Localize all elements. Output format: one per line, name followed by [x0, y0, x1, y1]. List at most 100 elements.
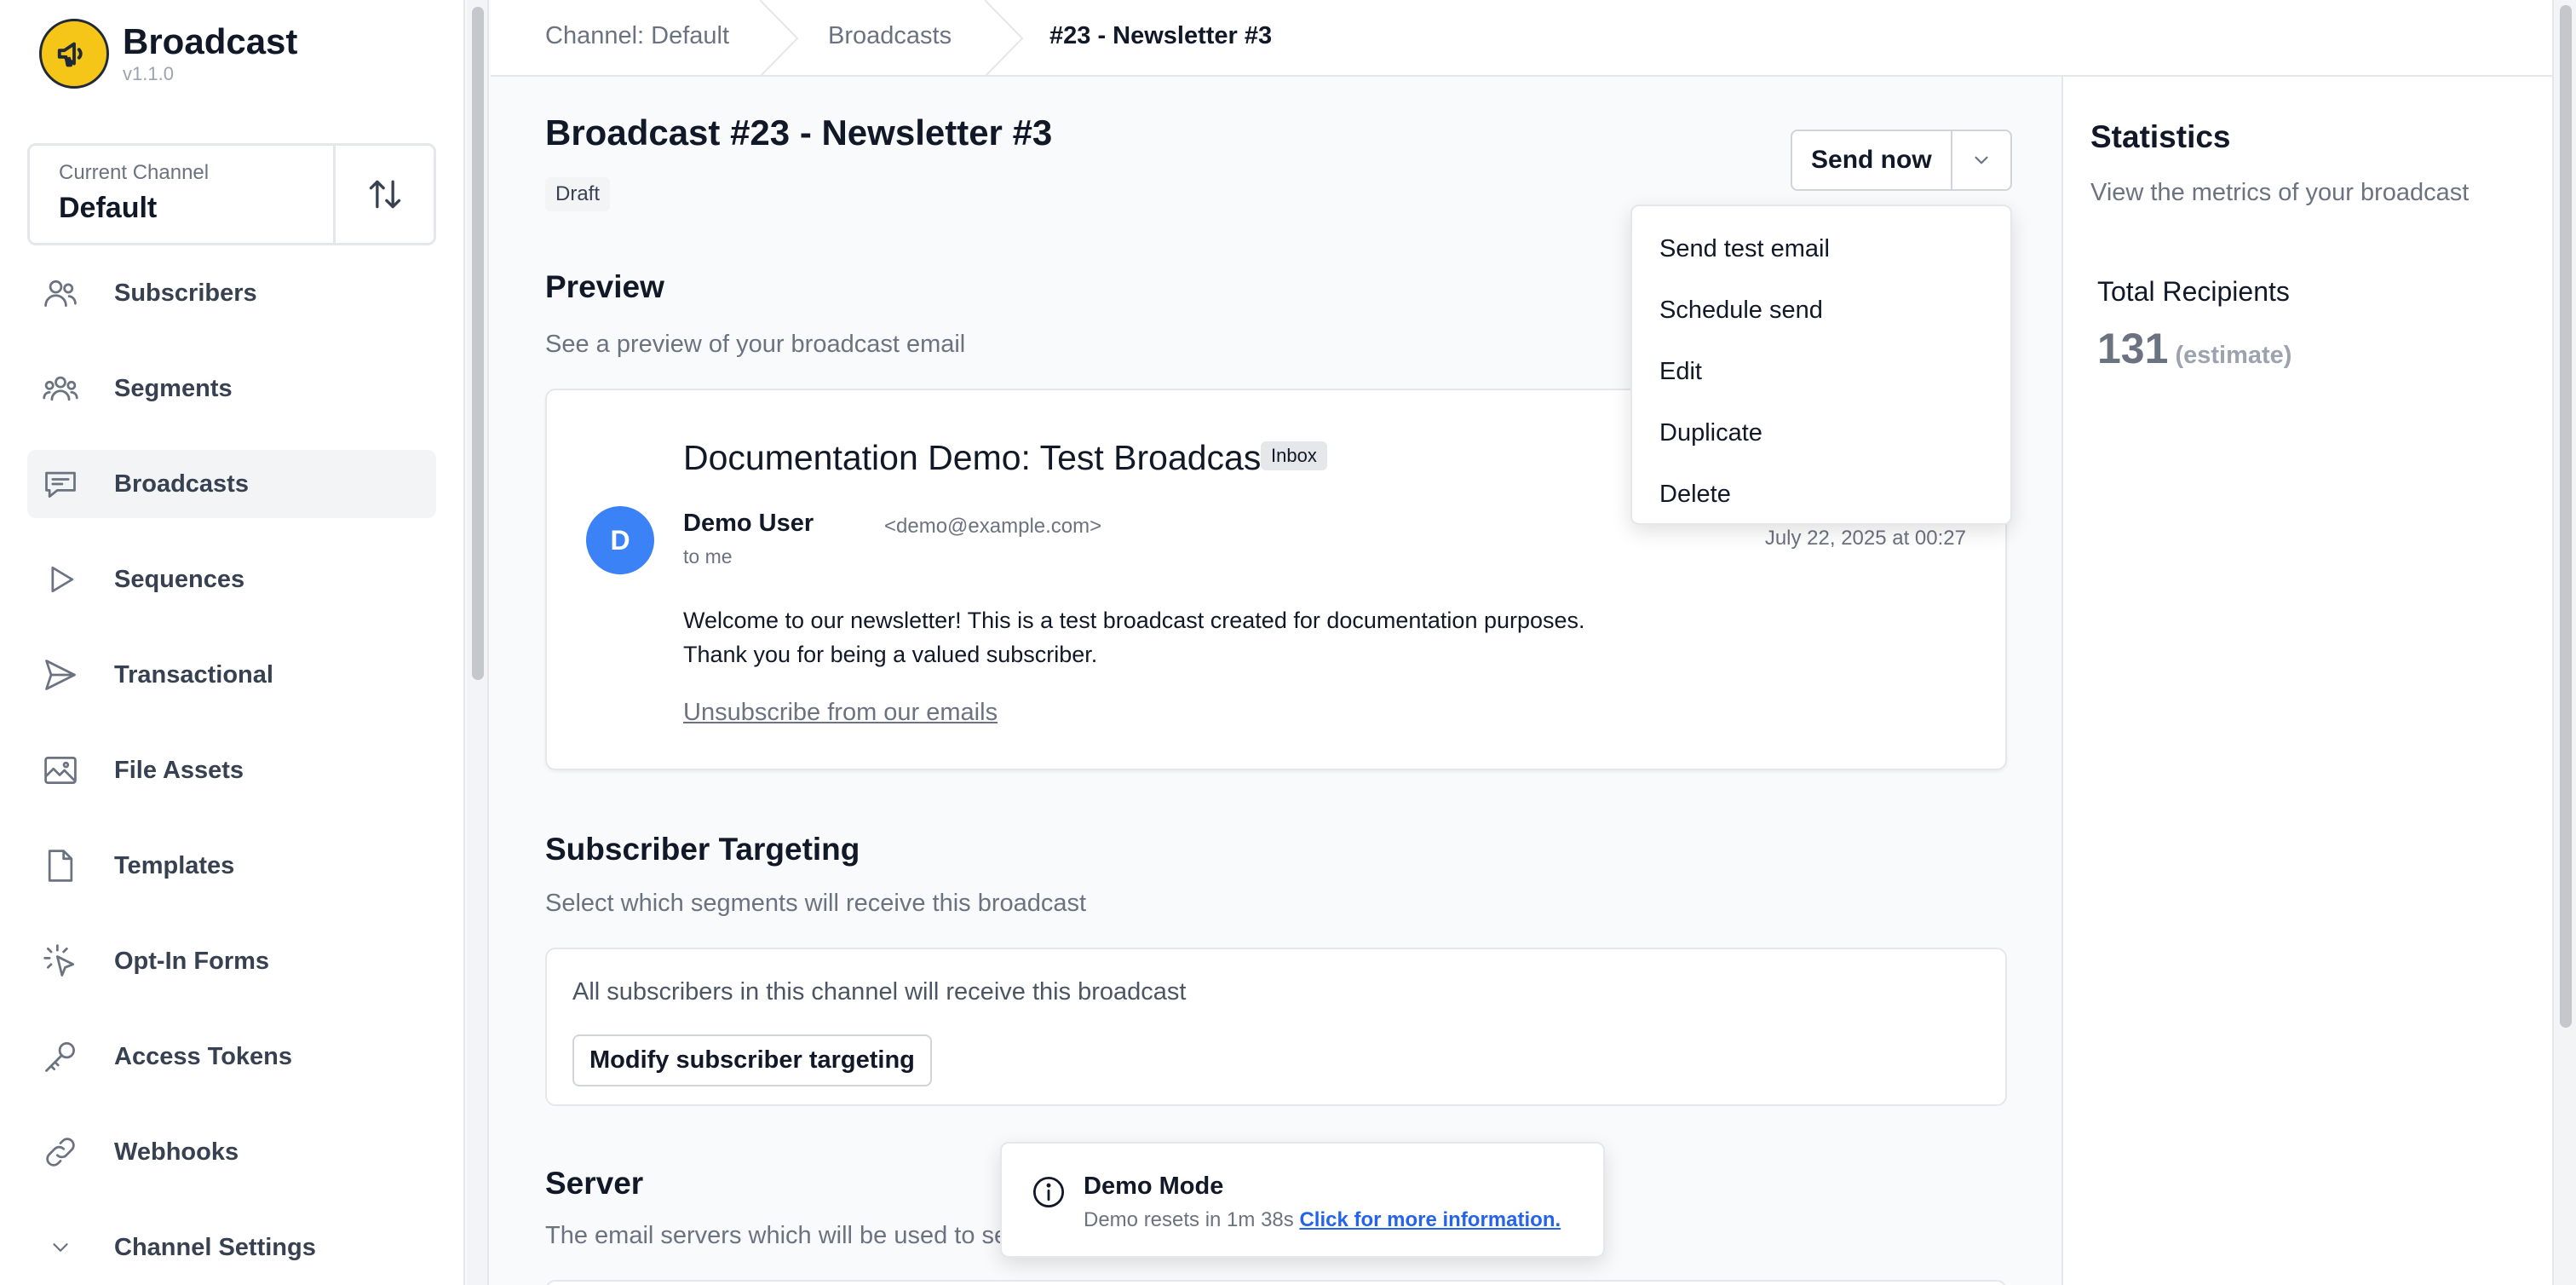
modify-targeting-button[interactable]: Modify subscriber targeting — [572, 1034, 932, 1086]
recipient-label: to me — [683, 545, 733, 568]
user-group-icon — [41, 369, 80, 408]
sender-email: <demo@example.com> — [884, 515, 1102, 538]
app-name: Broadcast — [123, 20, 298, 61]
sidebar-item-templates[interactable]: Templates — [27, 832, 436, 900]
arrows-up-down-icon — [369, 180, 400, 209]
sidebar-item-channel-settings[interactable]: Channel Settings — [27, 1213, 436, 1282]
estimate-note: (estimate) — [2175, 342, 2292, 369]
server-subtitle: The email servers which will be used to … — [545, 1222, 1009, 1249]
sidebar-item-transactional[interactable]: Transactional — [27, 641, 436, 709]
sender-name: Demo User — [683, 510, 814, 537]
menu-item-schedule-send[interactable]: Schedule send — [1632, 279, 2010, 341]
sidebar-item-label: File Assets — [114, 756, 244, 784]
sidebar: Broadcast v1.1.0 Current Channel Default… — [0, 0, 465, 1285]
server-title: Server — [545, 1166, 644, 1201]
link-icon — [41, 1132, 80, 1172]
more-info-link[interactable]: Click for more information. — [1299, 1208, 1561, 1231]
document-icon — [41, 846, 80, 885]
sidebar-nav: Subscribers Segments Broadcasts Sequence… — [27, 259, 436, 1285]
switch-channel-button[interactable] — [333, 146, 434, 243]
targeting-description: All subscribers in this channel will rec… — [572, 978, 1187, 1006]
sidebar-item-segments[interactable]: Segments — [27, 354, 436, 423]
inbox-badge: Inbox — [1261, 441, 1327, 470]
sidebar-item-opt-in-forms[interactable]: Opt-In Forms — [27, 927, 436, 995]
sidebar-item-label: Sequences — [114, 565, 245, 593]
users-icon — [41, 274, 80, 313]
paper-plane-icon — [41, 655, 80, 694]
sidebar-item-label: Templates — [114, 851, 235, 879]
sidebar-item-subscribers[interactable]: Subscribers — [27, 259, 436, 327]
menu-item-delete[interactable]: Delete — [1632, 464, 2010, 525]
channel-name: Default — [59, 192, 158, 224]
sidebar-item-label: Channel Settings — [114, 1233, 316, 1261]
preview-title: Preview — [545, 269, 664, 304]
statistics-panel: Statistics View the metrics of your broa… — [2061, 77, 2552, 1285]
info-icon — [1031, 1174, 1067, 1214]
preview-subtitle: See a preview of your broadcast email — [545, 331, 966, 358]
chevron-down-icon — [41, 1228, 80, 1267]
breadcrumb-separator-icon — [759, 0, 799, 77]
page-scrollbar[interactable] — [2552, 0, 2576, 1285]
page-title: Broadcast #23 - Newsletter #3 — [545, 112, 1053, 153]
breadcrumb: Channel: Default Broadcasts #23 - Newsle… — [491, 0, 2552, 77]
sidebar-item-label: Segments — [114, 374, 233, 402]
unsubscribe-link[interactable]: Unsubscribe from our emails — [683, 699, 998, 727]
send-now-button[interactable]: Send now — [1792, 131, 1951, 189]
sidebar-item-sequences[interactable]: Sequences — [27, 545, 436, 614]
demo-mode-toast: Demo Mode Demo resets in 1m 38s Click fo… — [1000, 1142, 1605, 1258]
chat-bubble-icon — [41, 464, 80, 504]
email-subject: Documentation Demo: Test Broadcast — [683, 438, 1271, 477]
sidebar-scrollbar[interactable] — [467, 0, 489, 1285]
chevron-down-icon — [1975, 156, 1988, 164]
sidebar-scrollbar-thumb[interactable] — [472, 7, 484, 680]
menu-item-send-test-email[interactable]: Send test email — [1632, 218, 2010, 279]
status-badge: Draft — [545, 177, 611, 211]
sidebar-item-label: Access Tokens — [114, 1042, 293, 1070]
sidebar-item-access-tokens[interactable]: Access Tokens — [27, 1023, 436, 1091]
toast-message: Demo resets in 1m 38s — [1084, 1208, 1294, 1231]
sidebar-item-label: Broadcasts — [114, 470, 249, 498]
channel-selector[interactable]: Current Channel Default — [27, 143, 436, 245]
email-body-line: Welcome to our newsletter! This is a tes… — [683, 608, 1585, 633]
targeting-subtitle: Select which segments will receive this … — [545, 890, 1087, 917]
breadcrumb-current: #23 - Newsletter #3 — [1049, 22, 1273, 49]
image-icon — [41, 751, 80, 790]
server-card — [545, 1280, 2007, 1285]
app-version: v1.1.0 — [123, 63, 174, 85]
statistics-subtitle: View the metrics of your broadcast — [2090, 179, 2470, 206]
brand[interactable]: Broadcast v1.1.0 — [39, 19, 297, 89]
breadcrumb-broadcasts[interactable]: Broadcasts — [828, 22, 952, 50]
sidebar-item-label: Subscribers — [114, 279, 257, 307]
send-options-menu: Send test email Schedule send Edit Dupli… — [1630, 205, 2012, 525]
total-recipients-value: 131 (estimate) — [2097, 324, 2291, 373]
sidebar-item-webhooks[interactable]: Webhooks — [27, 1118, 436, 1186]
menu-item-duplicate[interactable]: Duplicate — [1632, 402, 2010, 464]
send-button-group: Send now — [1791, 130, 2012, 191]
page-scrollbar-thumb[interactable] — [2560, 5, 2572, 1028]
channel-label: Current Channel — [59, 161, 210, 184]
cursor-click-icon — [41, 942, 80, 981]
email-date: July 22, 2025 at 00:27 — [1764, 527, 1966, 550]
sidebar-item-label: Webhooks — [114, 1138, 239, 1166]
megaphone-logo-icon — [39, 19, 109, 89]
sidebar-item-broadcasts[interactable]: Broadcasts — [27, 450, 436, 518]
sidebar-item-label: Transactional — [114, 660, 273, 689]
email-body: Welcome to our newsletter! This is a tes… — [683, 603, 1585, 671]
avatar: D — [586, 506, 654, 574]
breadcrumb-separator-icon — [984, 0, 1024, 77]
total-recipients-label: Total Recipients — [2097, 276, 2290, 307]
send-options-toggle[interactable] — [1950, 131, 2010, 189]
targeting-title: Subscriber Targeting — [545, 832, 860, 867]
sidebar-item-label: Opt-In Forms — [114, 947, 270, 975]
menu-item-edit[interactable]: Edit — [1632, 341, 2010, 402]
key-icon — [41, 1037, 80, 1076]
toast-body: Demo resets in 1m 38s Click for more inf… — [1084, 1208, 1561, 1232]
breadcrumb-channel[interactable]: Channel: Default — [545, 22, 729, 50]
total-recipients-number: 131 — [2097, 325, 2169, 372]
targeting-card: All subscribers in this channel will rec… — [545, 948, 2007, 1106]
email-body-line: Thank you for being a valued subscriber. — [683, 642, 1098, 667]
toast-title: Demo Mode — [1084, 1173, 1224, 1200]
sidebar-item-file-assets[interactable]: File Assets — [27, 736, 436, 804]
statistics-title: Statistics — [2090, 119, 2231, 154]
play-icon — [41, 560, 80, 599]
